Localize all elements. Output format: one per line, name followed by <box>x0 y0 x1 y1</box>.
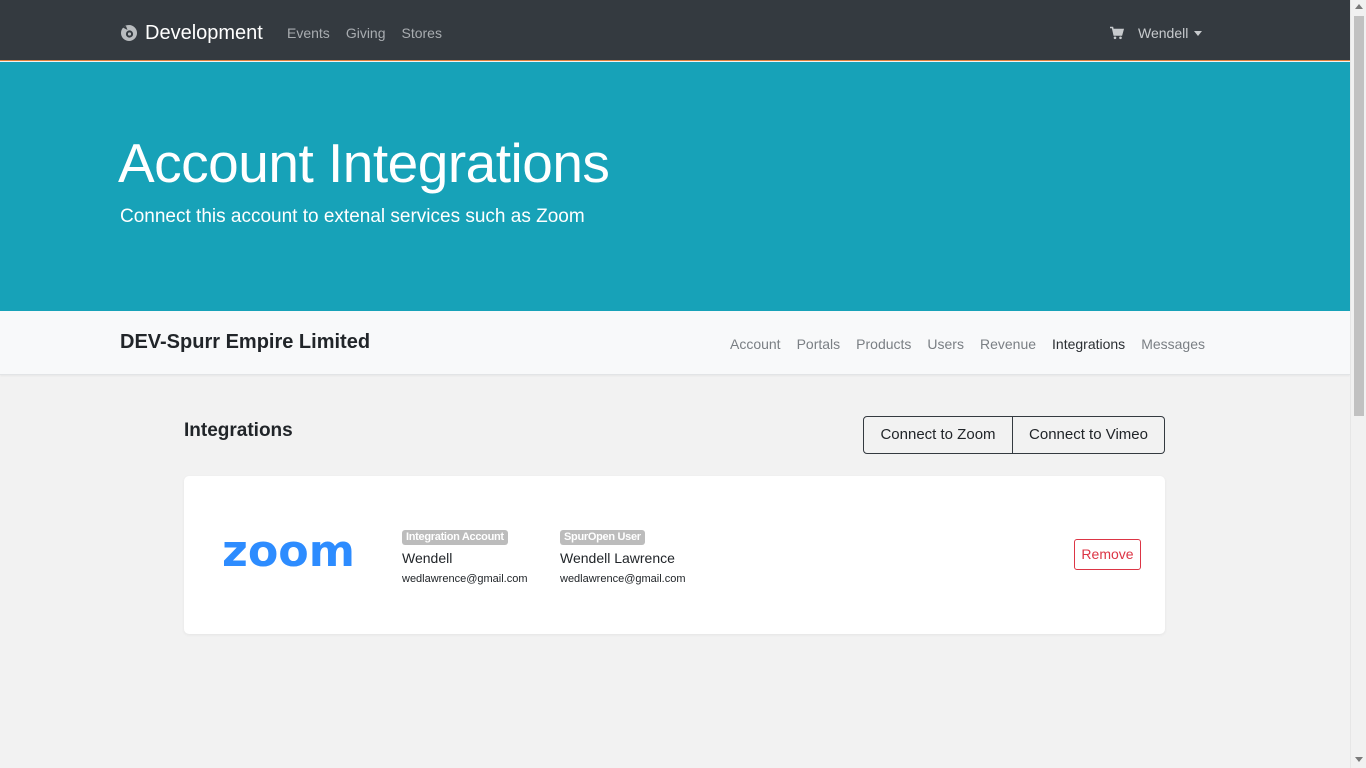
user-name: Wendell <box>1138 25 1189 41</box>
main-nav: Events Giving Stores <box>287 24 442 42</box>
scroll-down-arrow-icon[interactable] <box>1355 757 1363 762</box>
top-navbar: Development Events Giving Stores Wendell <box>0 0 1350 61</box>
scroll-up-arrow-icon[interactable] <box>1355 4 1363 9</box>
brand-name: Development <box>145 22 263 44</box>
subnav-link-users[interactable]: Users <box>927 335 964 353</box>
integrations-heading: Integrations <box>184 420 293 441</box>
zoom-logo: zoom <box>222 533 355 571</box>
subnav-link-account[interactable]: Account <box>730 335 781 353</box>
connect-button-group: Connect to Zoom Connect to Vimeo <box>863 416 1165 454</box>
spuropen-user-badge: SpurOpen User <box>560 530 645 545</box>
chevron-down-icon <box>1194 30 1203 36</box>
brand[interactable]: Development <box>120 19 263 47</box>
user-menu-dropdown[interactable]: Wendell <box>1138 24 1203 42</box>
nav-link-giving[interactable]: Giving <box>346 24 386 42</box>
page-subtitle: Connect this account to extenal services… <box>120 206 585 227</box>
cart-icon[interactable] <box>1110 26 1124 40</box>
nav-right: Wendell <box>1110 24 1203 42</box>
integration-account-email: wedlawrence@gmail.com <box>402 573 528 585</box>
spuropen-user-name: Wendell Lawrence <box>560 550 675 566</box>
integration-card: zoom Integration Account Wendell wedlawr… <box>184 476 1165 634</box>
connect-vimeo-button[interactable]: Connect to Vimeo <box>1013 416 1165 454</box>
connect-zoom-button[interactable]: Connect to Zoom <box>863 416 1013 454</box>
subnav-link-integrations[interactable]: Integrations <box>1052 335 1125 353</box>
account-subnav-bar: DEV-Spurr Empire Limited Account Portals… <box>0 311 1350 375</box>
page-scrollbar[interactable] <box>1350 0 1366 768</box>
brand-logo-icon <box>121 25 137 41</box>
scroll-thumb[interactable] <box>1354 16 1364 416</box>
subnav-link-revenue[interactable]: Revenue <box>980 335 1036 353</box>
hero-banner: Account Integrations Connect this accoun… <box>0 62 1350 311</box>
integration-account-name: Wendell <box>402 550 453 566</box>
svg-text:zoom: zoom <box>222 533 355 571</box>
subnav-link-messages[interactable]: Messages <box>1141 335 1205 353</box>
subnav-link-portals[interactable]: Portals <box>797 335 841 353</box>
page-title: Account Integrations <box>118 132 610 194</box>
remove-integration-button[interactable]: Remove <box>1074 539 1141 570</box>
integration-account-badge: Integration Account <box>402 530 508 545</box>
account-subnav: Account Portals Products Users Revenue I… <box>730 335 1205 353</box>
nav-link-stores[interactable]: Stores <box>402 24 442 42</box>
subnav-link-products[interactable]: Products <box>856 335 911 353</box>
integration-account-info: Integration Account Wendell wedlawrence@… <box>402 527 528 586</box>
organization-name: DEV-Spurr Empire Limited <box>120 331 371 353</box>
spuropen-user-info: SpurOpen User Wendell Lawrence wedlawren… <box>560 527 686 586</box>
spuropen-user-email: wedlawrence@gmail.com <box>560 573 686 585</box>
nav-link-events[interactable]: Events <box>287 24 330 42</box>
